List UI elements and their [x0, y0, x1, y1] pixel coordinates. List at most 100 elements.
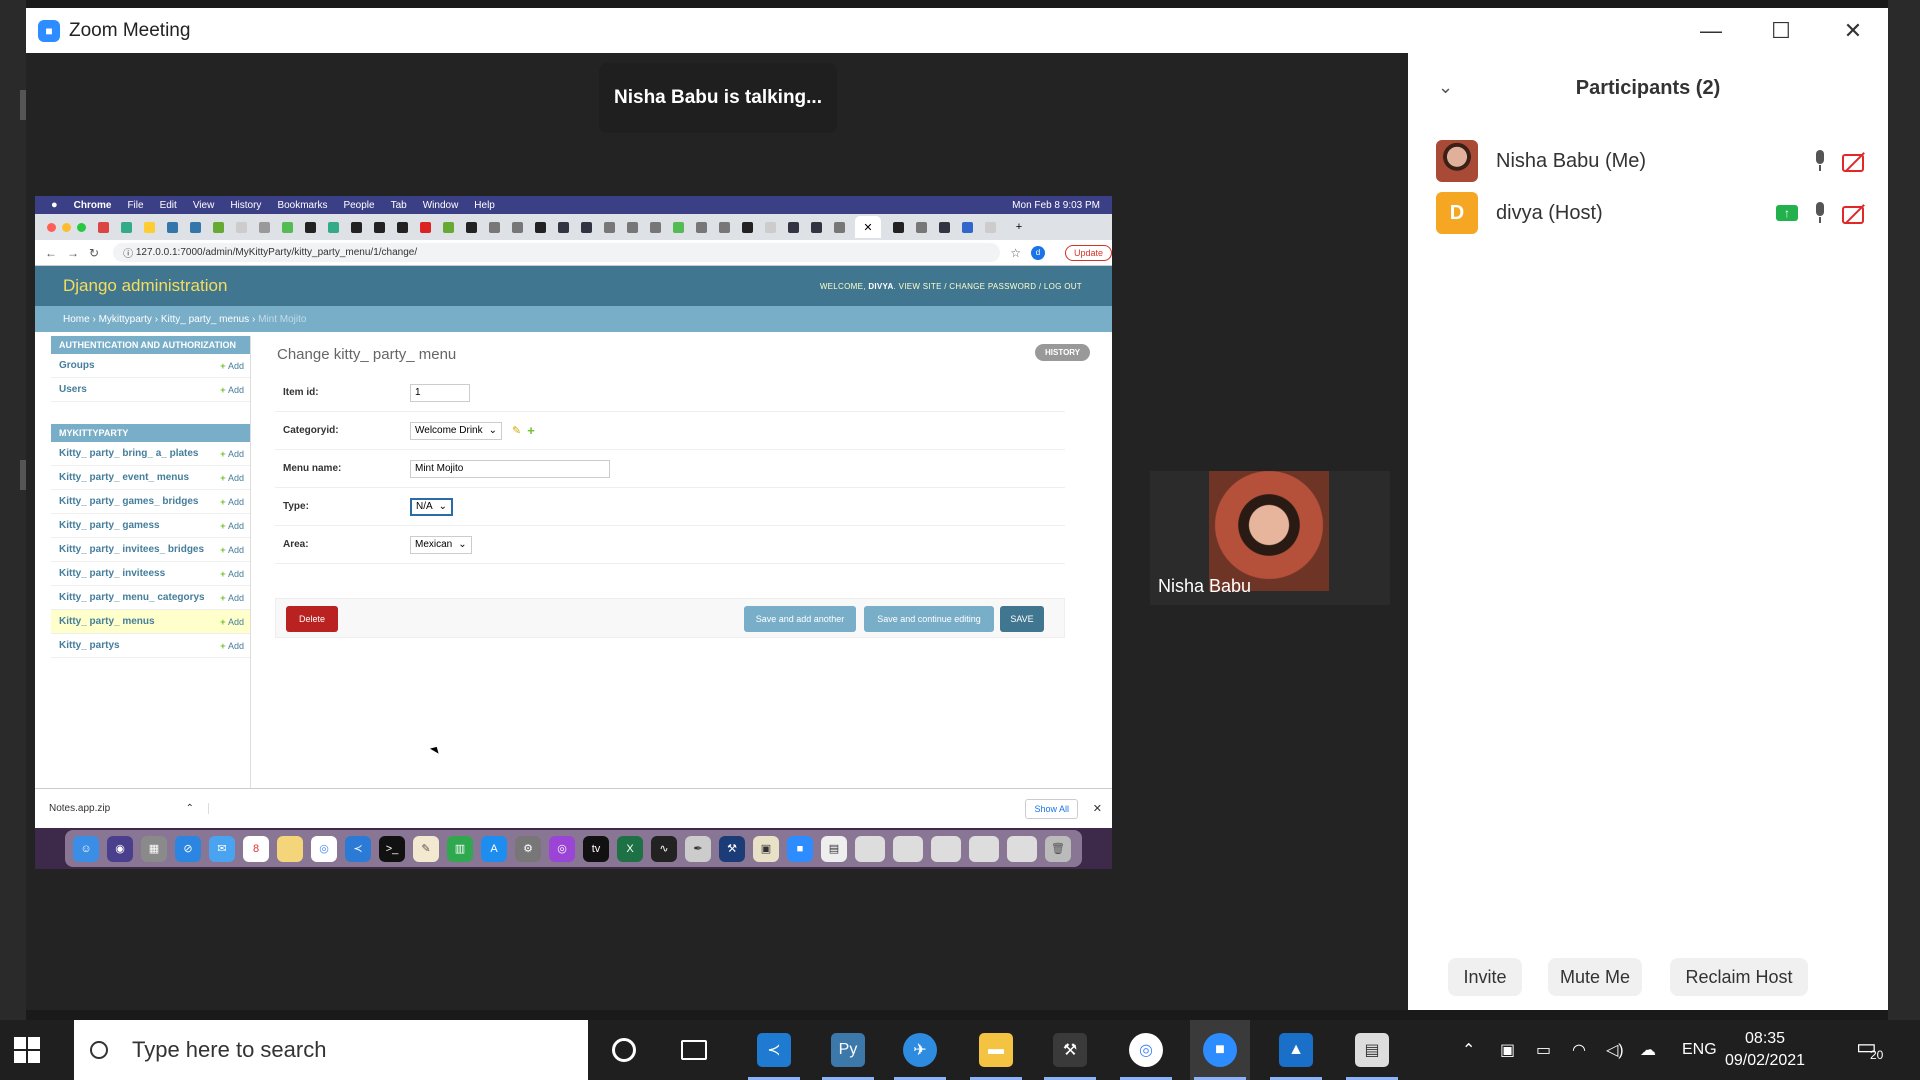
add-link[interactable]: Add — [220, 473, 244, 483]
mail-icon[interactable]: ✉ — [209, 835, 235, 862]
window-thumbnail[interactable] — [969, 835, 999, 862]
wifi-icon[interactable]: ◠ — [1572, 1020, 1586, 1080]
user-links[interactable]: VIEW SITE / CHANGE PASSWORD / LOG OUT — [899, 282, 1082, 291]
history-button[interactable]: HISTORY — [1035, 344, 1091, 361]
add-link[interactable]: Add — [220, 385, 244, 395]
sidebar-item[interactable]: Kitty_ party_ inviteess Add — [51, 562, 250, 586]
xcode-tools-icon[interactable]: ⚒ — [719, 835, 745, 862]
file-explorer-icon[interactable]: ▬ — [966, 1020, 1026, 1080]
safari-icon[interactable]: ⊘ — [175, 835, 201, 862]
document-icon[interactable]: ▤ — [821, 835, 847, 862]
url-bar[interactable]: ⓘ 127.0.0.1:7000/admin/MyKittyParty/kitt… — [113, 243, 1001, 262]
sidebar-item-label[interactable]: Kitty_ partys — [59, 640, 120, 651]
sidebar-item-label[interactable]: Kitty_ party_ inviteess — [59, 568, 165, 579]
mute-me-button[interactable]: Mute Me — [1548, 958, 1642, 996]
sidebar-item[interactable]: Kitty_ partys Add — [51, 634, 250, 658]
chrome-icon[interactable]: ◎ — [311, 835, 337, 862]
breadcrumb-app[interactable]: Mykittyparty — [99, 314, 152, 325]
add-link[interactable]: Add — [220, 641, 244, 651]
add-link[interactable]: Add — [220, 569, 244, 579]
add-link[interactable]: Add — [220, 497, 244, 507]
activity-monitor-icon[interactable]: ∿ — [651, 835, 677, 862]
window-thumbnail[interactable] — [893, 835, 923, 862]
sidebar-item-label[interactable]: Kitty_ party_ menu_ categorys — [59, 592, 205, 603]
microphone-icon[interactable] — [1814, 202, 1826, 224]
add-link[interactable]: Add — [220, 449, 244, 459]
add-link[interactable]: Add — [220, 361, 244, 371]
menu-name-input[interactable] — [410, 459, 610, 478]
meet-now-icon[interactable]: ▣ — [1500, 1020, 1515, 1080]
calendar-icon[interactable]: 8 — [243, 835, 269, 862]
add-link[interactable]: Add — [220, 593, 244, 603]
podcasts-icon[interactable]: ◎ — [549, 835, 575, 862]
delete-button[interactable]: Delete — [286, 606, 338, 632]
item-id-input[interactable] — [410, 383, 470, 402]
show-hidden-icons[interactable]: ⌃ — [1462, 1020, 1475, 1080]
task-view-icon[interactable] — [664, 1020, 724, 1080]
preview-icon[interactable]: ▣ — [753, 835, 779, 862]
close-button[interactable]: ✕ — [1818, 8, 1888, 53]
save-continue-button[interactable]: Save and continue editing — [864, 606, 994, 632]
cortana-icon[interactable] — [594, 1020, 654, 1080]
tools-taskbar-icon[interactable]: ⚒ — [1040, 1020, 1100, 1080]
sidebar-item-users[interactable]: Users Add — [51, 378, 250, 402]
participant-row[interactable]: D divya (Host) ↑ — [1408, 183, 1888, 243]
photos-taskbar-icon[interactable]: ▲ — [1266, 1020, 1326, 1080]
messaging-taskbar-icon[interactable]: ✈ — [890, 1020, 950, 1080]
apple-tv-icon[interactable]: tv — [583, 835, 609, 862]
sidebar-item-label[interactable]: Kitty_ party_ menus — [59, 616, 155, 627]
window-thumbnail[interactable] — [931, 835, 961, 862]
downloads-close-icon[interactable]: ✕ — [1093, 802, 1102, 815]
active-tab-close-icon[interactable]: ✕ — [855, 216, 881, 238]
chrome-taskbar-icon[interactable]: ◎ — [1116, 1020, 1176, 1080]
update-button[interactable]: Update — [1064, 244, 1112, 261]
video-tile[interactable]: Nisha Babu — [1150, 471, 1390, 605]
invite-button[interactable]: Invite — [1448, 958, 1522, 996]
bookmark-star-icon[interactable]: ☆ — [1010, 246, 1021, 260]
type-select[interactable]: N/A — [410, 497, 454, 516]
vscode-icon[interactable]: ≺ — [345, 835, 371, 862]
notes-icon[interactable] — [277, 835, 303, 862]
sidebar-item-label[interactable]: Users — [59, 384, 87, 395]
sidebar-item-selected[interactable]: Kitty_ party_ menus Add — [51, 610, 250, 634]
system-preferences-icon[interactable]: ⚙ — [515, 835, 541, 862]
chevron-up-icon[interactable]: ⌃ — [186, 803, 194, 814]
language-indicator[interactable]: ENG — [1682, 1020, 1717, 1080]
reclaim-host-button[interactable]: Reclaim Host — [1670, 958, 1808, 996]
module-caption-app[interactable]: MYKITTYPARTY — [51, 424, 250, 442]
terminal-icon[interactable]: >_ — [379, 835, 405, 862]
back-arrow-icon[interactable]: ← — [45, 246, 57, 260]
trash-icon[interactable]: 🗑 — [1045, 835, 1071, 862]
sidebar-item[interactable]: Kitty_ party_ event_ menus Add — [51, 466, 250, 490]
categoryid-select[interactable]: Welcome Drink — [410, 421, 502, 440]
sidebar-item-label[interactable]: Kitty_ party_ gamess — [59, 520, 160, 531]
save-button[interactable]: SAVE — [1000, 606, 1044, 632]
video-off-icon[interactable] — [1842, 203, 1868, 224]
notepad-taskbar-icon[interactable]: ▤ — [1342, 1020, 1402, 1080]
vscode-taskbar-icon[interactable]: ≺ — [744, 1020, 804, 1080]
battery-icon[interactable]: ▭ — [1536, 1020, 1551, 1080]
django-brand[interactable]: Django administration — [63, 276, 227, 296]
breadcrumb-model[interactable]: Kitty_ party_ menus — [161, 314, 249, 325]
profile-avatar[interactable]: d — [1031, 245, 1045, 260]
zoom-dock-icon[interactable]: ■ — [787, 835, 813, 862]
sidebar-item[interactable]: Kitty_ party_ games_ bridges Add — [51, 490, 250, 514]
sidebar-item-label[interactable]: Groups — [59, 360, 95, 371]
download-item[interactable]: Notes.app.zip ⌃ — [49, 803, 209, 814]
participant-row[interactable]: Nisha Babu (Me) — [1408, 131, 1888, 191]
sidebar-item-label[interactable]: Kitty_ party_ invitees_ bridges — [59, 544, 204, 555]
new-tab-plus-icon[interactable]: + — [1006, 216, 1032, 238]
notification-center-icon[interactable]: ▭ 20 — [1856, 1034, 1886, 1064]
volume-icon[interactable]: ◁) — [1606, 1020, 1624, 1080]
app-store-icon[interactable]: A — [481, 835, 507, 862]
onedrive-icon[interactable]: ☁ — [1640, 1020, 1656, 1080]
sidebar-item[interactable]: Kitty_ party_ gamess Add — [51, 514, 250, 538]
zoom-taskbar-icon[interactable]: ■ — [1190, 1020, 1250, 1080]
siri-icon[interactable]: ◉ — [107, 835, 133, 862]
taskbar-search[interactable]: Type here to search — [74, 1020, 588, 1080]
add-related-plus-icon[interactable]: + — [527, 423, 535, 438]
module-caption-auth[interactable]: AUTHENTICATION AND AUTHORIZATION — [51, 336, 250, 354]
finder-icon[interactable]: ☺ — [73, 835, 99, 862]
edit-pencil-icon[interactable]: ✎ — [512, 424, 521, 437]
show-all-button[interactable]: Show All — [1025, 798, 1078, 819]
